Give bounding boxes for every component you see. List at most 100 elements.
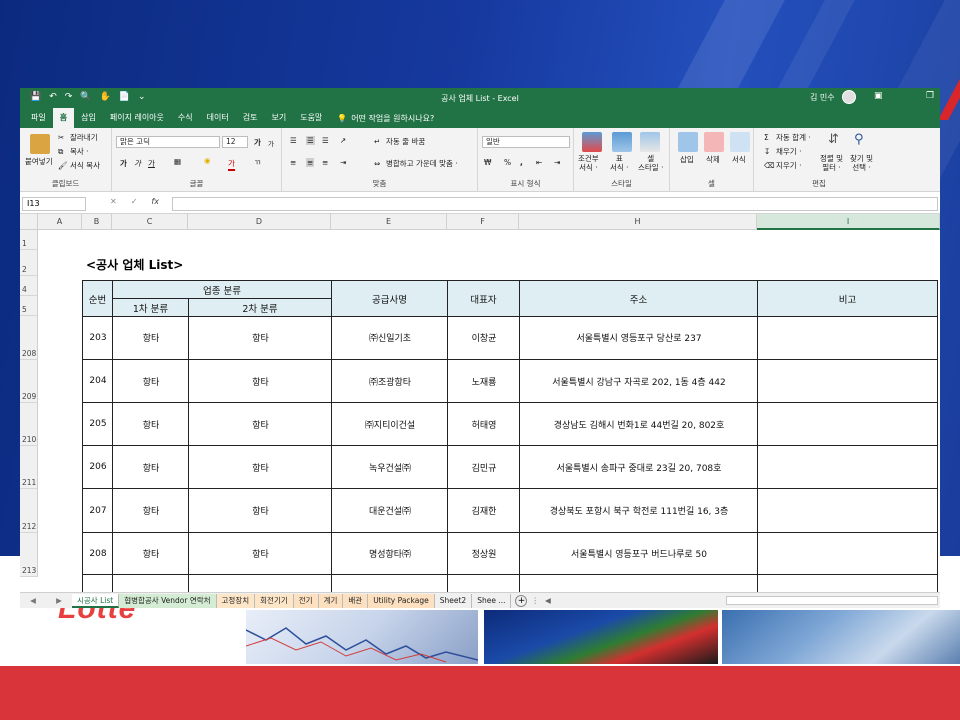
- font-size-select[interactable]: 12: [222, 136, 248, 148]
- fx-icon[interactable]: fx: [151, 197, 159, 206]
- scroll-left-icon[interactable]: ◀: [545, 596, 551, 605]
- insert-cells-button[interactable]: 삽입: [680, 154, 694, 165]
- cell-address[interactable]: 서울특별시 송파구 중대로 23길 20, 708호: [519, 446, 758, 489]
- fill-color-icon[interactable]: ◉: [204, 156, 211, 165]
- row-header[interactable]: 213: [20, 533, 38, 577]
- column-header[interactable]: H: [519, 214, 757, 230]
- cell-seq[interactable]: 203: [82, 316, 113, 360]
- cell-note[interactable]: [757, 533, 938, 575]
- column-header[interactable]: C: [112, 214, 188, 230]
- cell-cat2[interactable]: 항타: [188, 489, 332, 533]
- sort-filter-button[interactable]: 정렬 및 필터 ·: [820, 154, 843, 172]
- paste-icon[interactable]: [30, 134, 50, 154]
- cell-cat2[interactable]: 항타: [188, 533, 332, 575]
- cell-cat2[interactable]: 항타: [188, 316, 332, 360]
- align-middle-icon[interactable]: ☰: [306, 136, 315, 145]
- format-cells-icon[interactable]: [730, 132, 750, 152]
- font-color-button[interactable]: 가: [228, 158, 235, 171]
- cell-note[interactable]: [757, 489, 938, 533]
- cell-cat2[interactable]: 항타: [188, 360, 332, 403]
- sheet-tab[interactable]: Shee ...: [472, 593, 512, 608]
- sheet-tab[interactable]: Utility Package: [368, 593, 435, 608]
- align-top-icon[interactable]: ☰: [290, 136, 297, 145]
- tab-formulas[interactable]: 수식: [171, 108, 200, 128]
- cell-note[interactable]: [757, 403, 938, 446]
- cell-ceo[interactable]: 정상원: [447, 533, 520, 575]
- fill-button[interactable]: ↧ 채우기 ·: [764, 146, 801, 157]
- cell-supplier[interactable]: 대운건설㈜: [331, 489, 448, 533]
- cell-supplier[interactable]: 녹우건설㈜: [331, 446, 448, 489]
- tab-help[interactable]: 도움말: [293, 108, 329, 128]
- cell-seq[interactable]: 205: [82, 403, 113, 446]
- ribbon-display-icon[interactable]: ▣: [874, 91, 883, 101]
- underline-button[interactable]: 가: [148, 158, 155, 169]
- tab-review[interactable]: 검토: [236, 108, 265, 128]
- row-header[interactable]: 4: [20, 276, 38, 296]
- row-header[interactable]: 5: [20, 296, 38, 316]
- cell-cat1[interactable]: 항타: [112, 489, 189, 533]
- cell-ceo[interactable]: 김민규: [447, 446, 520, 489]
- cell-cat2[interactable]: 항타: [188, 446, 332, 489]
- font-name-select[interactable]: 맑은 고딕: [116, 136, 220, 148]
- indent-icon[interactable]: ⇥: [340, 158, 346, 167]
- align-center-icon[interactable]: ≡: [306, 158, 315, 167]
- tab-insert[interactable]: 삽입: [74, 108, 103, 128]
- restore-window-icon[interactable]: ❐: [926, 91, 934, 101]
- tab-view[interactable]: 보기: [264, 108, 293, 128]
- cell-ceo[interactable]: 노재룡: [447, 360, 520, 403]
- column-header-selected[interactable]: I: [757, 214, 940, 230]
- cell-note[interactable]: [757, 360, 938, 403]
- sheet-tab[interactable]: 계기: [318, 593, 344, 608]
- tab-page-layout[interactable]: 페이지 레이아웃: [103, 108, 171, 128]
- column-header[interactable]: E: [331, 214, 447, 230]
- clear-button[interactable]: ⌫지우기 ·: [764, 160, 801, 171]
- align-right-icon[interactable]: ≡: [322, 158, 328, 167]
- find-select-icon[interactable]: ⚲: [854, 132, 864, 147]
- row-header[interactable]: 1: [20, 230, 38, 250]
- comma-button[interactable]: ,: [520, 158, 523, 167]
- cell-ceo[interactable]: 허태영: [447, 403, 520, 446]
- cut-button[interactable]: ✂ 잘라내기: [58, 132, 98, 143]
- sheet-options-icon[interactable]: ⋮: [531, 596, 539, 605]
- cell-ceo[interactable]: 이창균: [447, 316, 520, 360]
- delete-cells-icon[interactable]: [704, 132, 724, 152]
- next-sheet-icon[interactable]: ▶: [56, 596, 62, 605]
- format-cells-button[interactable]: 서식: [732, 154, 746, 165]
- sort-filter-icon[interactable]: ⇵: [828, 132, 839, 147]
- name-box[interactable]: I13: [22, 197, 86, 211]
- add-sheet-icon[interactable]: +: [515, 594, 528, 607]
- sheet-tab[interactable]: 고정장치: [216, 593, 256, 608]
- cell-supplier[interactable]: ㈜지티이건설: [331, 403, 448, 446]
- grow-font-button[interactable]: 가: [254, 137, 261, 148]
- tab-file[interactable]: 파일: [24, 108, 53, 128]
- cell-cat2[interactable]: 항타: [188, 403, 332, 446]
- italic-button[interactable]: 가: [134, 158, 141, 169]
- percent-button[interactable]: %: [504, 158, 511, 167]
- align-left-icon[interactable]: ≡: [290, 158, 296, 167]
- bold-button[interactable]: 가: [120, 158, 127, 169]
- cell-cat1[interactable]: 항타: [112, 316, 189, 360]
- cell-cat1[interactable]: 항타: [112, 403, 189, 446]
- cell-seq[interactable]: 207: [82, 489, 113, 533]
- row-header[interactable]: 212: [20, 489, 38, 533]
- row-header[interactable]: 209: [20, 360, 38, 403]
- find-select-button[interactable]: 찾기 및 선택 ·: [850, 154, 873, 172]
- cell-address[interactable]: 경상북도 포항시 북구 학전로 111번길 16, 3층: [519, 489, 758, 533]
- decrease-decimal-icon[interactable]: ⇥: [554, 158, 560, 167]
- sheet-tab[interactable]: 전기: [293, 593, 319, 608]
- wrap-text-button[interactable]: ↵ 자동 줄 바꿈: [374, 136, 425, 147]
- cell-address[interactable]: 서울특별시 영등포구 버드나루로 50: [519, 533, 758, 575]
- spreadsheet-grid[interactable]: A B C D E F H I 1 2 4 5 208 209 210 211 …: [20, 214, 940, 596]
- cell-styles-icon[interactable]: [640, 132, 660, 152]
- select-all-corner[interactable]: [20, 214, 38, 230]
- sheet-tab[interactable]: 협병합공사 Vendor 연락처: [119, 593, 217, 608]
- column-header[interactable]: F: [447, 214, 519, 230]
- cell-seq[interactable]: 206: [82, 446, 113, 489]
- delete-cells-button[interactable]: 삭제: [706, 154, 720, 165]
- cell-address[interactable]: 경상남도 김해시 번화1로 44번길 20, 802호: [519, 403, 758, 446]
- paste-button[interactable]: 붙여넣기: [25, 156, 53, 167]
- conditional-format-icon[interactable]: [582, 132, 602, 152]
- merge-center-button[interactable]: ⇔ 병합하고 가운데 맞춤 ·: [374, 158, 458, 169]
- cell-seq[interactable]: 204: [82, 360, 113, 403]
- column-header[interactable]: B: [82, 214, 112, 230]
